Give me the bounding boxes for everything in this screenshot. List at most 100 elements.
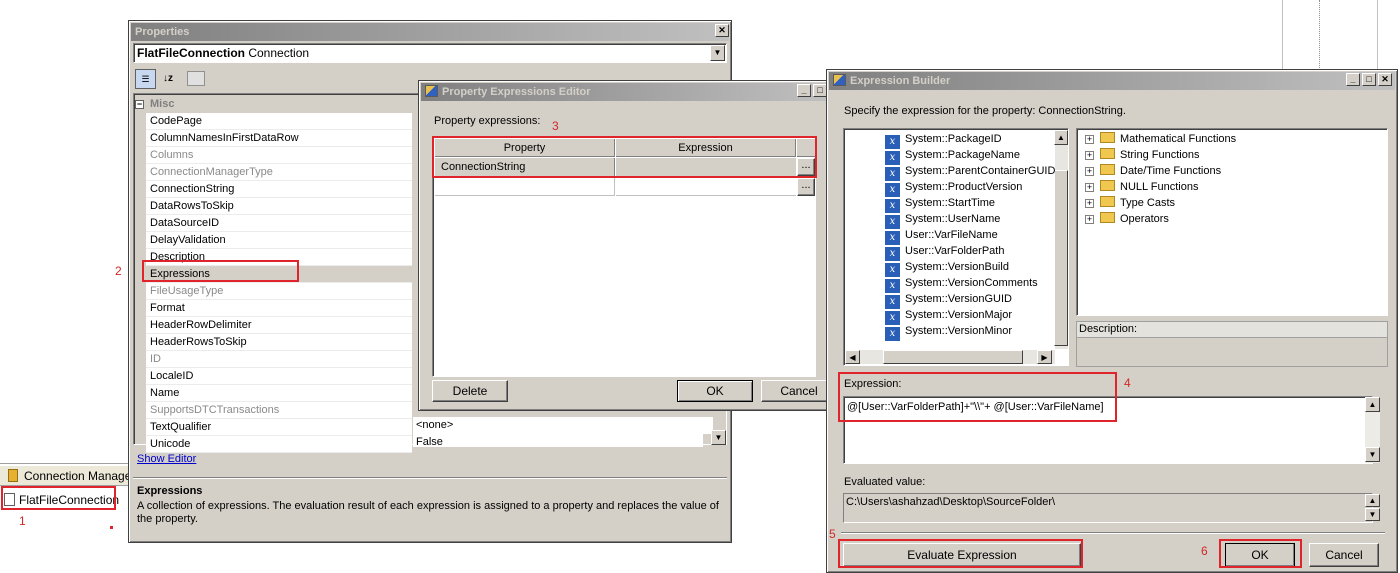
- pee-title: Property Expressions Editor: [442, 86, 591, 98]
- unicode-value[interactable]: False: [413, 434, 703, 447]
- connection-manager-tab[interactable]: Connection Manager: [0, 466, 135, 486]
- property-row[interactable]: FileUsageType: [146, 283, 412, 300]
- step-1-label: 1: [19, 514, 26, 528]
- expand-icon[interactable]: +: [1085, 167, 1094, 176]
- empty-row-ellipsis-button[interactable]: ...: [797, 178, 815, 196]
- variable-item[interactable]: x System::VersionComments: [885, 275, 1038, 293]
- variable-item[interactable]: x User::VarFileName: [885, 227, 998, 245]
- expand-icon[interactable]: +: [1085, 215, 1094, 224]
- pee-label: Property expressions:: [434, 115, 541, 127]
- folder-icon: [1100, 164, 1115, 175]
- eb-minimize-button[interactable]: _: [1346, 73, 1360, 86]
- property-row[interactable]: HeaderRowsToSkip: [146, 334, 412, 351]
- misc-category-header[interactable]: − Misc: [135, 96, 415, 113]
- variable-item[interactable]: x User::VarFolderPath: [885, 243, 1004, 261]
- expression-ellipsis-button[interactable]: ...: [797, 158, 815, 176]
- expression-scroll-down[interactable]: ▼: [1365, 447, 1380, 462]
- variable-item[interactable]: x System::VersionBuild: [885, 259, 1009, 277]
- variable-label: System::VersionComments: [905, 277, 1038, 289]
- variable-icon: x: [885, 327, 900, 341]
- property-row[interactable]: Columns: [146, 147, 412, 164]
- expand-icon[interactable]: +: [1085, 199, 1094, 208]
- variable-item[interactable]: x System::VersionGUID: [885, 291, 1012, 309]
- variable-item[interactable]: x System::StartTime: [885, 195, 995, 213]
- empty-row-property-cell[interactable]: [435, 178, 615, 196]
- expand-icon[interactable]: +: [1085, 135, 1094, 144]
- variable-item[interactable]: x System::ParentContainerGUID: [885, 163, 1055, 181]
- property-row[interactable]: DataRowsToSkip: [146, 198, 412, 215]
- function-category-item[interactable]: + Mathematical Functions: [1085, 131, 1236, 147]
- property-row[interactable]: Format: [146, 300, 412, 317]
- property-row[interactable]: CodePage: [146, 113, 412, 130]
- chevron-down-icon[interactable]: ▼: [710, 45, 725, 61]
- description-label: Description:: [1079, 323, 1138, 335]
- property-pages-icon[interactable]: [187, 71, 205, 86]
- eb-cancel-button[interactable]: Cancel: [1309, 543, 1379, 567]
- property-row[interactable]: DelayValidation: [146, 232, 412, 249]
- variables-scroll-left[interactable]: ◀: [845, 350, 860, 364]
- pee-minimize-button[interactable]: _: [797, 84, 811, 97]
- object-type: Connection: [248, 46, 310, 60]
- property-row[interactable]: ID: [146, 351, 412, 368]
- row-expression-cell[interactable]: [616, 158, 796, 177]
- property-row[interactable]: Expressions: [146, 266, 412, 283]
- property-row[interactable]: ConnectionString: [146, 181, 412, 198]
- property-row[interactable]: DataSourceID: [146, 215, 412, 232]
- evaluated-scroll-down[interactable]: ▼: [1365, 508, 1380, 521]
- row-property-cell[interactable]: ConnectionString: [435, 158, 615, 177]
- property-row[interactable]: SupportsDTCTransactions: [146, 402, 412, 419]
- delete-button[interactable]: Delete: [432, 380, 508, 402]
- expression-scroll-up[interactable]: ▲: [1365, 397, 1380, 412]
- flat-file-connection-item[interactable]: FlatFileConnection: [4, 491, 119, 509]
- expression-textbox[interactable]: @[User::VarFolderPath]+"\\"+ @[User::Var…: [843, 396, 1373, 464]
- eb-maximize-button[interactable]: □: [1362, 73, 1376, 86]
- function-category-item[interactable]: + String Functions: [1085, 147, 1199, 163]
- expand-icon[interactable]: +: [1085, 183, 1094, 192]
- eb-ok-button[interactable]: OK: [1225, 543, 1295, 567]
- property-row[interactable]: HeaderRowDelimiter: [146, 317, 412, 334]
- property-row[interactable]: Description: [146, 249, 412, 266]
- collapse-icon[interactable]: −: [135, 100, 144, 109]
- text-qualifier-value[interactable]: <none>: [413, 417, 713, 434]
- sort-alpha-icon[interactable]: ↓z: [158, 69, 178, 89]
- property-row[interactable]: ColumnNamesInFirstDataRow: [146, 130, 412, 147]
- function-category-item[interactable]: + Type Casts: [1085, 195, 1175, 211]
- variables-scroll-up[interactable]: ▲: [1054, 130, 1068, 145]
- variable-label: System::UserName: [905, 213, 1001, 225]
- pee-maximize-button[interactable]: □: [813, 84, 827, 97]
- variable-item[interactable]: x System::PackageName: [885, 147, 1020, 165]
- evaluated-text: C:\Users\ashahzad\Desktop\SourceFolder\: [846, 496, 1056, 508]
- categorized-button[interactable]: ☰: [135, 69, 156, 89]
- variable-item[interactable]: x System::ProductVersion: [885, 179, 1023, 197]
- property-row[interactable]: ConnectionManagerType: [146, 164, 412, 181]
- function-category-item[interactable]: + NULL Functions: [1085, 179, 1198, 195]
- variables-scroll-thumb[interactable]: [1054, 170, 1068, 346]
- evaluated-scroll-up[interactable]: ▲: [1365, 494, 1380, 507]
- function-category-label: Operators: [1120, 213, 1169, 225]
- variable-item[interactable]: x System::VersionMajor: [885, 307, 1012, 325]
- variables-hscroll-thumb[interactable]: [883, 350, 1023, 364]
- pee-grid: Property Expression ConnectionString ...…: [432, 136, 816, 377]
- property-grid-scroll-down[interactable]: ▼: [711, 430, 726, 445]
- property-row[interactable]: Unicode: [146, 436, 412, 453]
- empty-row-expression-cell[interactable]: [616, 178, 796, 196]
- function-category-item[interactable]: + Date/Time Functions: [1085, 163, 1221, 179]
- property-row[interactable]: LocaleID: [146, 368, 412, 385]
- expand-icon[interactable]: +: [1085, 151, 1094, 160]
- flat-file-icon: [4, 493, 15, 506]
- property-row[interactable]: TextQualifier: [146, 419, 412, 436]
- function-category-item[interactable]: + Operators: [1085, 211, 1169, 227]
- variable-item[interactable]: x System::UserName: [885, 211, 1001, 229]
- variables-scroll-right[interactable]: ▶: [1037, 350, 1052, 364]
- show-editor-link[interactable]: Show Editor: [137, 453, 196, 465]
- pee-ok-button[interactable]: OK: [677, 380, 753, 402]
- variable-label: System::VersionMinor: [905, 325, 1012, 337]
- variable-item[interactable]: x System::VersionMinor: [885, 323, 1012, 341]
- variable-item[interactable]: x System::PackageID: [885, 131, 1002, 149]
- object-selector[interactable]: FlatFileConnection Connection ▼: [133, 43, 727, 63]
- evaluate-expression-button[interactable]: Evaluate Expression: [843, 543, 1081, 567]
- property-row[interactable]: Name: [146, 385, 412, 402]
- properties-close-button[interactable]: ✕: [715, 24, 729, 37]
- eb-close-button[interactable]: ✕: [1378, 73, 1392, 86]
- variable-label: System::ProductVersion: [905, 181, 1023, 193]
